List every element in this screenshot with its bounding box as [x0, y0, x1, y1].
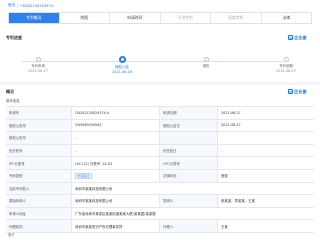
field-label: 原始申请人: [6, 195, 72, 207]
patent-info-table: 申请号 CN202130524374.4 申请日期 2021-06-27 授权公…: [6, 106, 314, 233]
field-label: 授权公告号: [6, 119, 72, 132]
logo-icon: Q: [288, 89, 293, 94]
field-label: 申请日期: [160, 107, 218, 119]
tab-drawings[interactable]: 附图: [59, 13, 110, 23]
progress-node-date: 2021-06-16: [112, 69, 132, 74]
section-divider: [0, 82, 320, 85]
breadcrumb-current: CN202130524374: [20, 3, 54, 8]
progress-dot: [35, 57, 41, 62]
field-value: 授权: [218, 169, 314, 182]
field-value: CN306903454S: [72, 119, 160, 132]
field-value: 2021-08-17: [218, 119, 314, 132]
field-value: -: [218, 157, 314, 169]
field-label: 当前专利权人: [6, 182, 72, 195]
progress-node-grant: 授权: [176, 57, 236, 69]
current-owner-link[interactable]: 深圳市某某科技有限公司: [72, 182, 314, 195]
tab-overview[interactable]: 专利概况: [9, 13, 60, 23]
table-row: 优先权号 - 优先权日 -: [6, 144, 314, 158]
field-label: 申请人地址: [6, 207, 72, 220]
breadcrumb-home-link[interactable]: 首页: [8, 3, 15, 8]
field-label: 法律状态: [160, 169, 218, 182]
field-label: 发明人: [160, 195, 218, 207]
field-value: 2021-06-27: [218, 107, 314, 119]
progress-dot-active: [118, 56, 126, 63]
breadcrumb-separator: /: [17, 3, 19, 8]
field-value: LOC(13) 分类号: 14-03: [72, 157, 160, 169]
table-row: 代理机构 深圳市某某知识产权代理事务所 代理人 王某: [6, 220, 314, 233]
field-label: 申请号: [6, 107, 72, 119]
field-value: 张某某、李某某、王某: [218, 195, 314, 207]
progress-logo-text: 企业查: [294, 34, 307, 40]
table-row: 当前专利权人 深圳市某某科技有限公司: [6, 182, 314, 196]
tab-bar: 专利概况 附图 申请时间 引用专利 同族专利 法律: [8, 12, 312, 24]
table-row: IPC分类号 LOC(13) 分类号: 14-03 CPC分类号 -: [6, 157, 314, 170]
tab-application-time[interactable]: 申请时间: [110, 13, 161, 23]
field-label: 代理机构: [6, 220, 72, 232]
agency-link[interactable]: 深圳市某某知识产权代理事务所: [72, 220, 160, 232]
progress-node-date: 2031-06-27: [276, 68, 296, 73]
table-row: 原始申请人 深圳市某某科技有限公司 发明人 张某某、李某某、王某: [6, 195, 314, 208]
field-label: 授权公告号: [6, 132, 72, 144]
field-value: 外观设计: [72, 169, 160, 182]
field-value: -: [72, 144, 160, 157]
progress-logo: Q 企业查: [288, 34, 307, 41]
progress-dot: [203, 57, 209, 62]
field-label: 优先权日: [160, 144, 218, 157]
field-value: 王某: [218, 220, 314, 232]
progress-title: 专利进度: [6, 35, 22, 40]
overview-logo-text: 企业查: [294, 88, 307, 94]
progress-dot: [283, 57, 289, 62]
table-row: 授权公告号 CN306903454S 授权公告日 2021-08-17: [6, 119, 314, 133]
tab-legal[interactable]: 法律: [261, 13, 311, 23]
progress-node-label: 授权: [202, 64, 210, 68]
field-value: -: [72, 132, 160, 144]
progress-node-expiry: 专利到期 2031-06-27: [256, 57, 316, 73]
table-row: 申请人地址 广东省深圳市某某区某某街道某某大厦(某某园)某某楼: [6, 207, 314, 221]
field-label: 优先权号: [6, 144, 72, 157]
field-value: CN202130524374.4: [72, 107, 160, 119]
overview-logo: Q 企业查: [288, 88, 307, 95]
field-label: IPC分类号: [6, 157, 72, 169]
progress-node-application: 专利申请 2021-06-27: [8, 57, 68, 73]
patent-type-tag: 外观设计: [75, 172, 93, 179]
field-value: [218, 132, 314, 144]
progress-node-grant-notice: 授权公告 2021-06-16: [92, 56, 152, 74]
field-label: 专利类型: [6, 169, 72, 182]
field-label: 代理人: [160, 220, 218, 232]
field-label: CPC分类号: [160, 157, 218, 169]
overview-title: 概况: [6, 89, 14, 94]
logo-icon: Q: [288, 35, 293, 40]
table-row: 专利类型 外观设计 法律状态 授权: [6, 169, 314, 183]
breadcrumb: 首页 / CN202130524374: [8, 2, 53, 9]
applicant-address-link[interactable]: 广东省深圳市某某区某某街道某某大厦(某某园)某某楼: [72, 207, 314, 220]
expand-link[interactable]: 展开: [8, 232, 15, 237]
table-row: 申请号 CN202130524374.4 申请日期 2021-06-27: [6, 107, 314, 120]
progress-node-date: 2021-06-27: [28, 68, 48, 73]
tab-cited-patents[interactable]: 引用专利: [160, 13, 211, 23]
tab-family-patents[interactable]: 同族专利: [211, 13, 262, 23]
field-value: -: [218, 144, 314, 157]
original-applicant-link[interactable]: 深圳市某某科技有限公司: [72, 195, 160, 207]
overview-subtitle: 基本信息: [6, 99, 20, 103]
field-label: 授权公告日: [160, 119, 218, 132]
table-row: 授权公告号 -: [6, 132, 314, 145]
field-label: [160, 132, 218, 144]
